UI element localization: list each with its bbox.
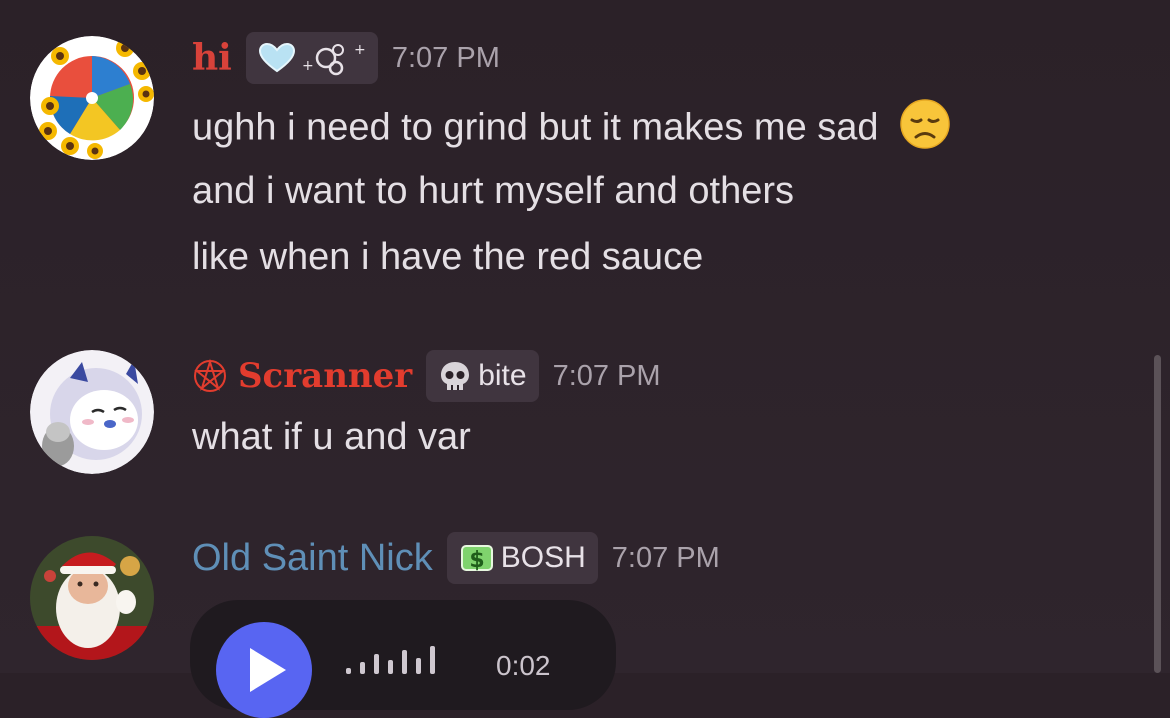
message-line: what if u and var [192,416,471,458]
voice-duration: 0:02 [496,650,551,681]
timestamp: 7:07 PM [391,41,500,74]
avatar-scranner[interactable] [30,350,154,474]
bubbles-icon: + + [302,42,366,76]
username[interactable]: Scranner [238,354,412,398]
message-line: and i want to hurt myself and others [192,170,794,212]
skull-icon [441,362,470,390]
pentagram-icon [194,358,226,392]
timestamp: 7:07 PM [552,359,661,392]
user-tag[interactable]: $ BOSH [446,532,598,584]
money-icon: $ [460,545,493,573]
play-icon [250,648,286,692]
heart-icon [258,43,295,73]
message-header: Old Saint Nick $ BOSH 7:07 PM [192,532,720,584]
timestamp: 7:07 PM [611,541,720,574]
message-header: Scranner bite 7:07 PM [192,350,661,402]
disappointed-face-emoji [899,98,951,161]
svg-text:+: + [302,58,314,74]
message-line: like when i have the red sauce [192,236,704,278]
svg-text:$: $ [469,548,484,573]
tag-label: bite [478,359,527,392]
message-line: ughh i need to grind but it makes me sad [192,98,951,161]
avatar-hi[interactable] [30,36,154,160]
voice-message[interactable]: 0:02 [190,600,616,718]
scrollbar[interactable] [1154,355,1161,673]
user-tag[interactable]: + + [245,32,378,84]
svg-text:+: + [354,42,366,58]
message-header: hi + + 7:07 PM [192,32,500,84]
username[interactable]: Old Saint Nick [192,536,433,580]
waveform [346,644,435,674]
username[interactable]: hi [192,36,232,80]
user-tag[interactable]: bite [426,350,539,402]
tag-label: BOSH [500,541,586,574]
play-button[interactable] [216,622,312,718]
avatar-old-saint-nick[interactable] [30,536,154,660]
message-text: ughh i need to grind but it makes me sad [192,106,879,149]
